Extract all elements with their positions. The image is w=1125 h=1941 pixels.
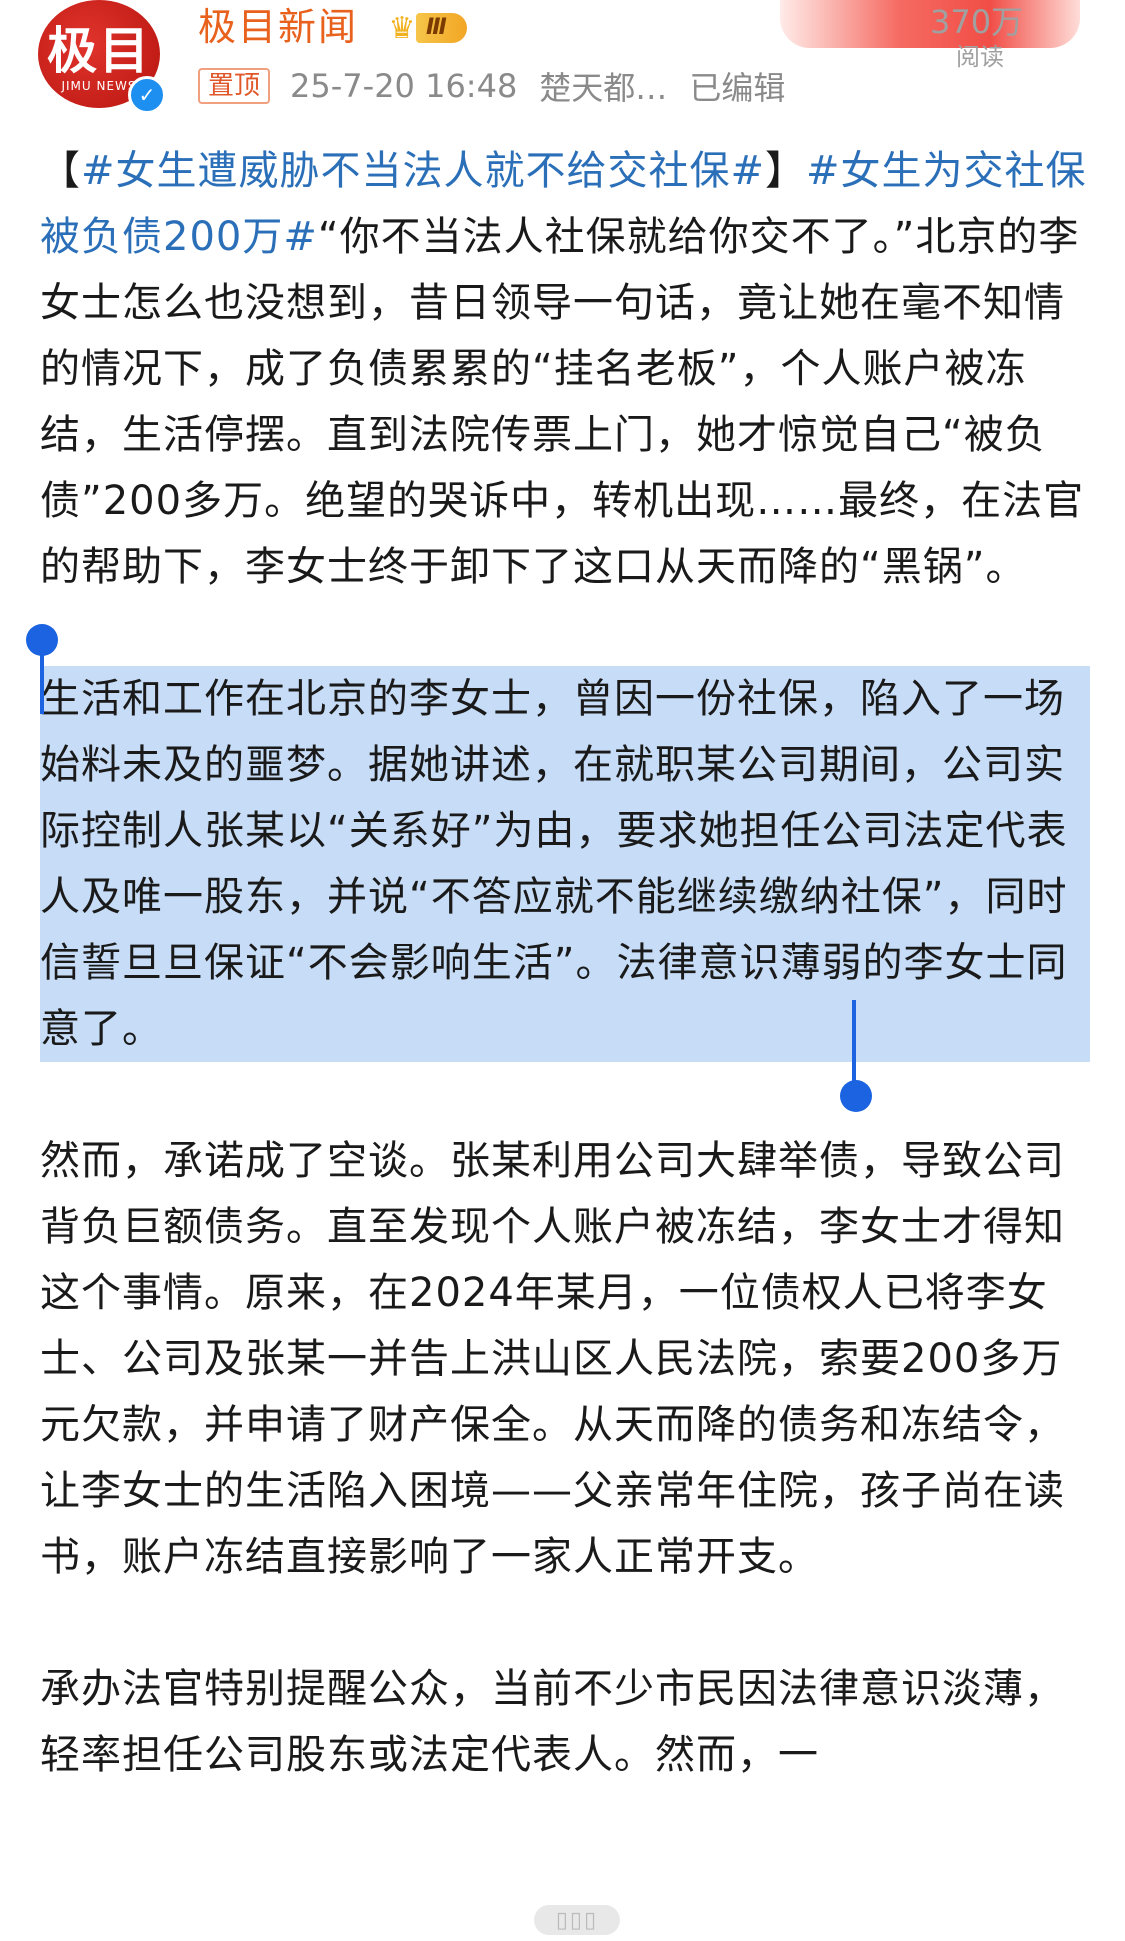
avatar-logo-subtext: JIMU NEWS bbox=[61, 79, 137, 93]
bracket-close: 】 bbox=[765, 148, 807, 194]
avatar-logo-text: 极目 bbox=[47, 22, 151, 80]
read-label: 阅读 bbox=[956, 43, 1004, 71]
post-paragraph-4: 承办法官特别提醒公众，当前不少市民因法律意识淡薄，轻率担任公司股东或法定代表人。… bbox=[40, 1666, 1065, 1778]
post-paragraph-intro: 【#女生遭威胁不当法人就不给交社保#】#女生为交社保被负债200万#“你不当法人… bbox=[40, 138, 1090, 600]
weibo-post-page: 370万 阅读 极目 JIMU NEWS ✓ 极目新闻 ♛ Ⅲ 置顶 25-7-… bbox=[0, 0, 1125, 1941]
post-header: 370万 阅读 极目 JIMU NEWS ✓ 极目新闻 ♛ Ⅲ 置顶 25-7-… bbox=[0, 0, 1125, 130]
post-paragraph-2: 生活和工作在北京的李女士，曾因一份社保，陷入了一场始料未及的噩梦。据她讲述，在就… bbox=[40, 666, 1090, 1062]
post-meta: 置顶 25-7-20 16:48 楚天都… 已编辑 bbox=[198, 63, 785, 109]
read-count: 370万 bbox=[930, 3, 1024, 41]
hashtag-link[interactable]: #女生遭威胁不当法人就不给交社保# bbox=[81, 148, 765, 194]
member-level-badge[interactable]: ♛ Ⅲ bbox=[382, 10, 467, 46]
pinned-badge: 置顶 bbox=[198, 68, 271, 104]
selected-text-block[interactable]: 生活和工作在北京的李女士，曾因一份社保，陷入了一场始料未及的噩梦。据她讲述，在就… bbox=[26, 624, 1090, 1112]
post-source[interactable]: 楚天都… bbox=[539, 63, 667, 109]
intro-text: “你不当法人社保就给你交不了。”北京的李女士怎么也没想到，昔日领导一句话，竟让她… bbox=[40, 214, 1085, 590]
post-timestamp: 25-7-20 16:48 bbox=[290, 67, 518, 105]
more-options-pill[interactable]: ▯▯▯ bbox=[534, 1905, 620, 1935]
post-body: 【#女生遭威胁不当法人就不给交社保#】#女生为交社保被负债200万#“你不当法人… bbox=[26, 138, 1090, 1788]
selection-end-handle[interactable] bbox=[840, 1000, 872, 1112]
selection-start-handle[interactable] bbox=[26, 624, 58, 734]
level-label: Ⅲ bbox=[416, 13, 467, 43]
post-paragraph-3: 然而，承诺成了空谈。张某利用公司大肆举债，导致公司背负巨额债务。直至发现个人账户… bbox=[40, 1138, 1065, 1580]
edited-label[interactable]: 已编辑 bbox=[689, 63, 785, 109]
verified-check-icon: ✓ bbox=[128, 76, 166, 114]
account-name[interactable]: 极目新闻 bbox=[198, 4, 358, 50]
bracket-open: 【 bbox=[40, 148, 81, 194]
